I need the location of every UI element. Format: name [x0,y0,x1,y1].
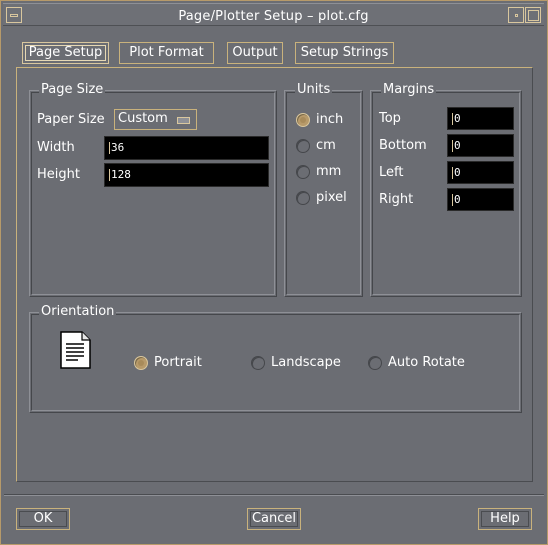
tab-page-setup[interactable]: Page Setup [22,42,109,64]
maximize-button[interactable] [525,7,541,23]
margin-bottom-value: 0 [454,139,461,152]
window-title: Page/Plotter Setup – plot.cfg [178,9,369,24]
margin-bottom-field[interactable]: 0 [447,134,514,157]
units-legend: Units [295,82,333,97]
paper-size-dropdown[interactable]: Custom [114,109,197,130]
unit-label: cm [316,138,336,153]
unit-label: mm [316,164,342,179]
title-bar[interactable]: Page/Plotter Setup – plot.cfg [3,3,544,26]
tab-label: Setup Strings [300,45,389,60]
orientation-label: Auto Rotate [388,355,465,370]
text-cursor-icon [452,140,453,152]
paper-size-value: Custom [118,111,168,126]
orientation-option-landscape[interactable]: Landscape [251,355,351,373]
unit-option-inch[interactable]: inch [296,112,360,130]
dropdown-indicator-icon [177,117,190,124]
margin-bottom-label: Bottom [379,138,427,153]
radio-auto-rotate[interactable] [368,356,382,370]
height-value: 128 [111,168,131,181]
margin-top-label: Top [379,111,401,126]
ok-button[interactable]: OK [16,508,70,530]
unit-label: pixel [316,190,347,205]
height-label: Height [37,167,80,182]
tab-setup-strings[interactable]: Setup Strings [295,42,394,64]
orientation-option-auto-rotate[interactable]: Auto Rotate [368,355,478,373]
orientation-legend: Orientation [39,304,117,319]
tab-plot-format[interactable]: Plot Format [119,42,214,64]
width-label: Width [37,140,75,155]
margins-legend: Margins [381,82,437,97]
height-field[interactable]: 128 [104,163,269,187]
tab-output[interactable]: Output [227,42,283,64]
margin-right-value: 0 [454,193,461,206]
radio-pixel[interactable] [296,191,310,205]
page-size-legend: Page Size [39,82,106,97]
radio-inch[interactable] [296,113,310,127]
minimize-button[interactable] [508,7,524,23]
maximize-icon [528,10,539,21]
portrait-page-icon [60,331,92,369]
tab-label: Plot Format [129,45,204,60]
unit-option-pixel[interactable]: pixel [296,190,360,208]
radio-mm[interactable] [296,165,310,179]
orientation-option-portrait[interactable]: Portrait [134,355,224,373]
margin-left-value: 0 [454,166,461,179]
button-separator [4,494,544,496]
text-cursor-icon [452,113,453,125]
unit-label: inch [316,112,344,127]
tab-label: Output [232,45,278,60]
cancel-button[interactable]: Cancel [247,508,301,530]
unit-option-cm[interactable]: cm [296,138,360,156]
help-button[interactable]: Help [478,508,532,530]
radio-landscape[interactable] [251,356,265,370]
text-cursor-icon [452,194,453,206]
orientation-label: Portrait [154,355,202,370]
unit-option-mm[interactable]: mm [296,164,360,182]
margin-right-label: Right [379,192,414,207]
margin-left-field[interactable]: 0 [447,161,514,184]
orientation-label: Landscape [271,355,341,370]
minimize-icon [515,14,518,17]
margin-right-field[interactable]: 0 [447,188,514,211]
margin-top-field[interactable]: 0 [447,107,514,130]
text-cursor-icon [109,169,110,181]
text-cursor-icon [452,167,453,179]
radio-cm[interactable] [296,139,310,153]
width-value: 36 [111,141,125,154]
margin-top-value: 0 [454,112,461,125]
radio-portrait[interactable] [134,356,148,370]
paper-size-label: Paper Size [37,112,105,127]
text-cursor-icon [109,142,110,154]
margin-left-label: Left [379,165,404,180]
width-field[interactable]: 36 [104,136,269,160]
